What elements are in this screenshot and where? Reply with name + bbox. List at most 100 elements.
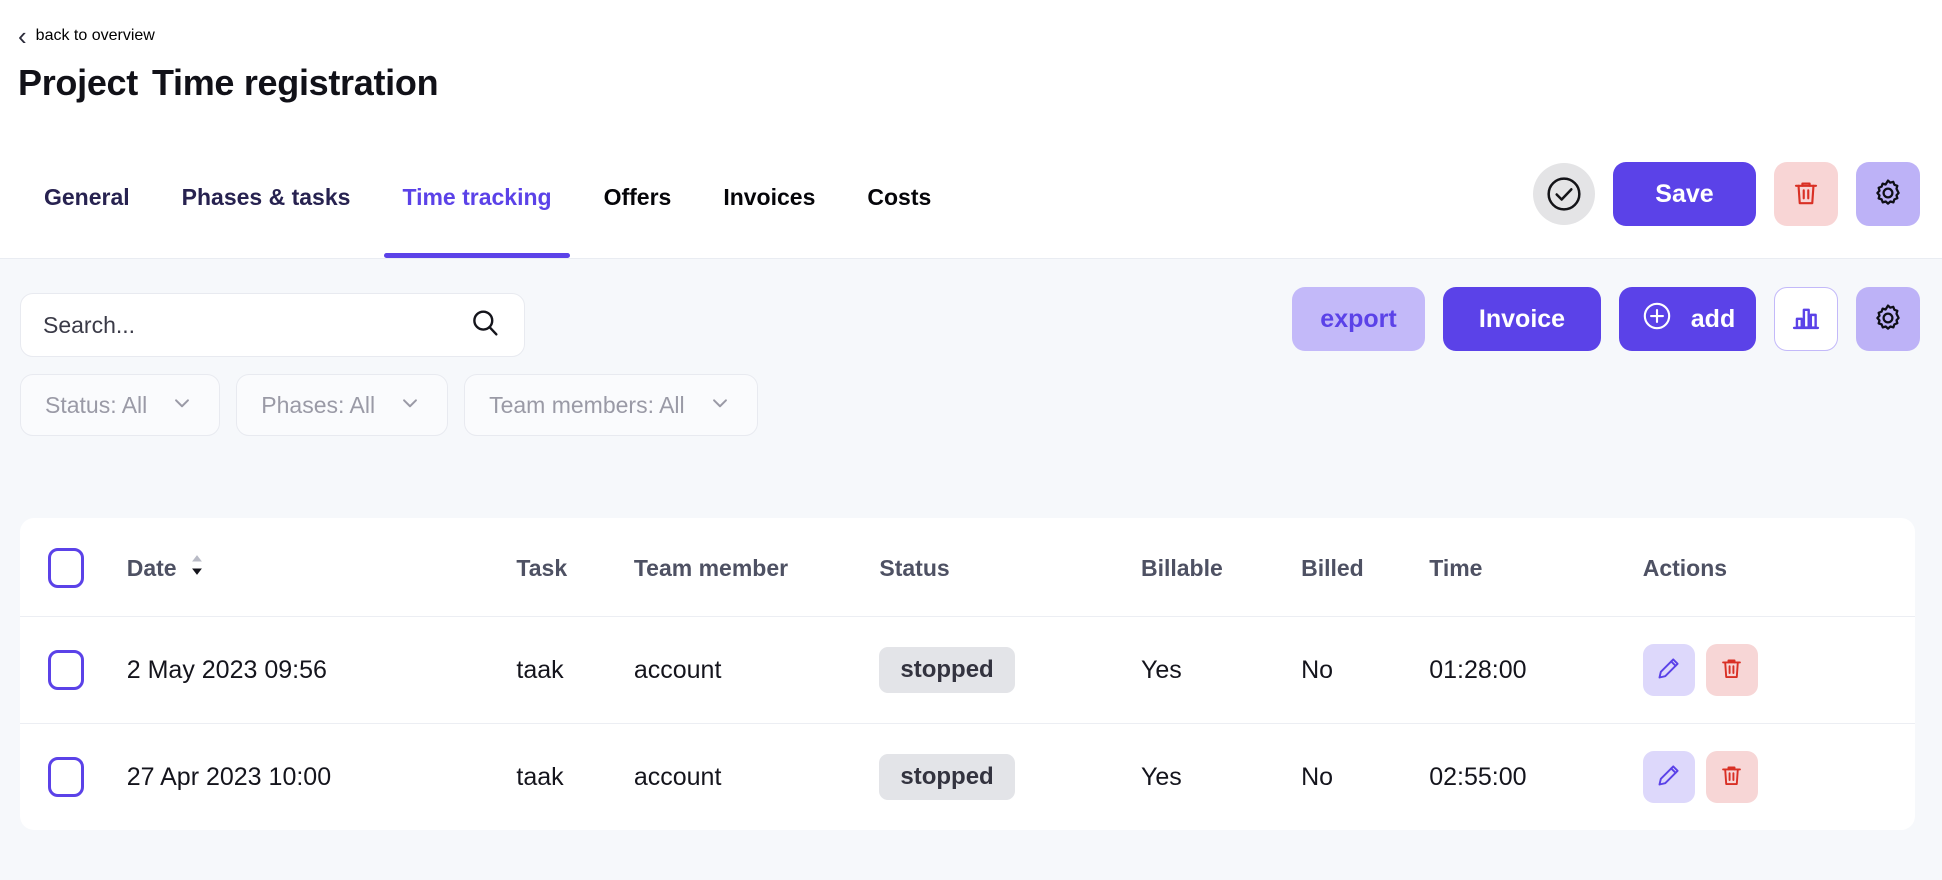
row-select-cell <box>20 616 127 724</box>
filter-toolbar: Status: All Phases: All Team members: Al… <box>0 259 1942 509</box>
tab-bar: General Phases & tasks Time tracking Off… <box>18 172 957 258</box>
plus-circle-icon <box>1640 299 1674 340</box>
cell-time: 02:55:00 <box>1429 762 1527 791</box>
gear-icon <box>1871 301 1905 338</box>
filter-team-members-label: Team members: All <box>489 391 685 418</box>
tab-phases-tasks-label: Phases & tasks <box>181 184 351 210</box>
column-header-task: Task <box>516 518 634 617</box>
row-checkbox[interactable] <box>48 757 84 797</box>
tab-offers[interactable]: Offers <box>578 172 698 258</box>
cell-time: 01:28:00 <box>1429 616 1643 724</box>
column-header-billable: Billable <box>1140 518 1302 617</box>
status-badge: stopped <box>879 647 1015 693</box>
filter-status-label: Status: All <box>45 391 148 418</box>
toolbar-action-group: export Invoice add <box>1292 287 1920 351</box>
check-circle-icon[interactable] <box>1533 163 1595 225</box>
tab-general[interactable]: General <box>18 172 156 258</box>
search-box[interactable] <box>20 293 525 357</box>
cell-date: 27 Apr 2023 10:00 <box>126 762 332 791</box>
sort-updown-icon[interactable] <box>187 552 207 584</box>
table-row[interactable]: 27 Apr 2023 10:00 taak account stopped Y… <box>20 724 1915 831</box>
cell-billed: No <box>1301 762 1334 791</box>
filter-status[interactable]: Status: All <box>20 374 221 436</box>
filter-team-members[interactable]: Team members: All <box>464 374 758 436</box>
edit-row-button[interactable] <box>1642 644 1695 696</box>
search-input[interactable] <box>43 311 468 339</box>
cell-status: stopped <box>879 616 1141 724</box>
column-header-status: Status <box>879 518 1141 617</box>
filter-phases[interactable]: Phases: All <box>236 374 449 436</box>
table-header: Date Task Team member Status Billable Bi… <box>20 518 1915 617</box>
add-button-label: add <box>1690 304 1736 333</box>
column-header-date[interactable]: Date <box>126 518 517 617</box>
column-header-date-label: Date <box>126 554 177 581</box>
tab-time-tracking[interactable]: Time tracking <box>376 172 577 258</box>
cell-billable: Yes <box>1140 616 1302 724</box>
row-select-cell <box>20 724 127 831</box>
trash-icon <box>1790 177 1822 212</box>
tab-invoices-label: Invoices <box>723 184 816 210</box>
add-button[interactable]: add <box>1619 287 1756 351</box>
select-all-checkbox[interactable] <box>48 548 84 588</box>
cell-date: 2 May 2023 09:56 <box>126 616 517 724</box>
tab-costs[interactable]: Costs <box>841 172 957 258</box>
chevron-left-icon: ‹ <box>18 21 27 51</box>
table-settings-button[interactable] <box>1856 287 1920 351</box>
filter-phases-label: Phases: All <box>261 391 376 418</box>
chevron-down-icon <box>397 390 423 421</box>
table-row[interactable]: 2 May 2023 09:56 taak account stopped Ye… <box>20 616 1915 724</box>
gear-icon <box>1871 176 1905 213</box>
time-entries-table-card: Date Task Team member Status Billable Bi… <box>20 518 1915 830</box>
back-to-overview-link[interactable]: ‹ back to overview <box>18 23 155 49</box>
row-checkbox[interactable] <box>48 650 84 690</box>
tab-phases-tasks[interactable]: Phases & tasks <box>156 172 377 258</box>
page-title-name: Time registration <box>151 62 439 103</box>
column-header-billed: Billed <box>1301 518 1430 617</box>
chevron-down-icon <box>707 390 733 421</box>
export-button[interactable]: export <box>1292 287 1425 351</box>
save-button[interactable]: Save <box>1613 162 1756 226</box>
tab-time-tracking-label: Time tracking <box>402 184 552 210</box>
column-header-actions: Actions <box>1642 518 1915 617</box>
bar-chart-icon <box>1789 301 1823 338</box>
chevron-down-icon <box>169 390 195 421</box>
delete-project-button[interactable] <box>1774 162 1838 226</box>
edit-row-button[interactable] <box>1642 751 1695 803</box>
page-title: Project Time registration <box>18 62 439 104</box>
search-icon[interactable] <box>468 306 502 345</box>
trash-icon <box>1718 655 1745 685</box>
tab-general-label: General <box>44 184 130 210</box>
cell-status: stopped <box>879 724 1141 831</box>
table-header-row: Date Task Team member Status Billable Bi… <box>20 518 1915 617</box>
status-badge: stopped <box>879 754 1015 800</box>
column-header-time: Time <box>1429 518 1643 617</box>
page-header: ‹ back to overview Project Time registrat… <box>0 0 1942 259</box>
table-body: 2 May 2023 09:56 taak account stopped Ye… <box>20 616 1915 831</box>
cell-task: taak <box>516 762 564 791</box>
pencil-icon <box>1655 762 1682 792</box>
time-registration-page: ‹ back to overview Project Time registrat… <box>0 0 1942 880</box>
cell-actions <box>1642 724 1915 831</box>
invoice-button[interactable]: Invoice <box>1443 287 1601 351</box>
delete-row-button[interactable] <box>1705 644 1758 696</box>
time-entries-table: Date Task Team member Status Billable Bi… <box>20 518 1915 830</box>
trash-icon <box>1718 762 1745 792</box>
chart-view-button[interactable] <box>1774 287 1838 351</box>
column-header-member: Team member <box>633 518 880 617</box>
header-action-group: Save <box>1533 162 1920 226</box>
cell-billed: No <box>1301 616 1430 724</box>
delete-row-button[interactable] <box>1705 751 1758 803</box>
cell-member: account <box>633 762 722 791</box>
tab-invoices[interactable]: Invoices <box>697 172 841 258</box>
cell-task: taak <box>516 616 634 724</box>
page-title-prefix: Project <box>18 62 138 103</box>
back-to-overview-label: back to overview <box>35 27 155 44</box>
header-settings-button[interactable] <box>1856 162 1920 226</box>
cell-actions <box>1642 616 1915 724</box>
cell-member: account <box>633 616 880 724</box>
select-all-header <box>20 518 127 617</box>
tab-offers-label: Offers <box>603 184 672 210</box>
pencil-icon <box>1655 655 1682 685</box>
tab-costs-label: Costs <box>867 184 932 210</box>
filter-group: Status: All Phases: All Team members: Al… <box>20 374 758 436</box>
